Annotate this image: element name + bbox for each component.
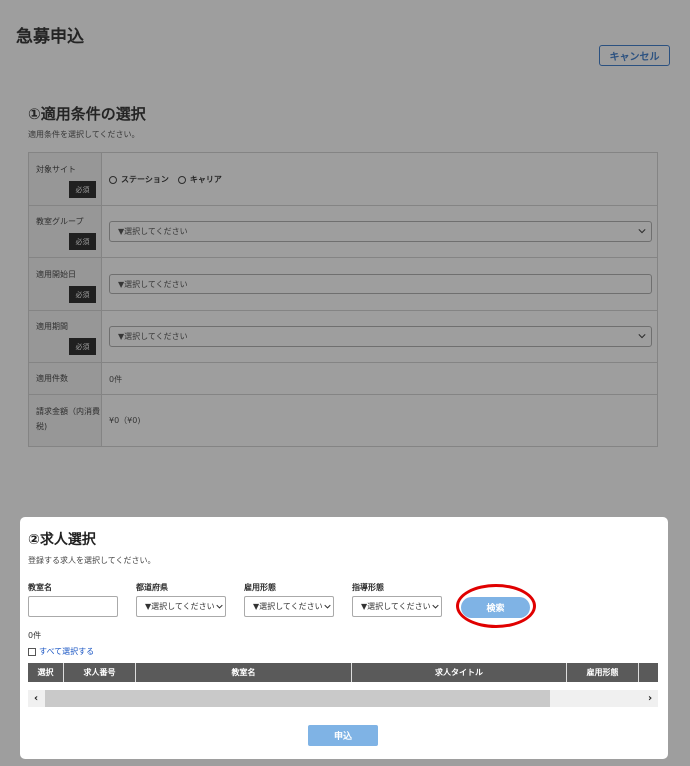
teaching-type-select[interactable]: ▼選択してください	[352, 596, 442, 617]
employment-type-select[interactable]: ▼選択してください	[244, 596, 334, 617]
apply-button[interactable]: 申込	[308, 725, 378, 746]
employment-type-label: 雇用形態	[244, 583, 276, 592]
prefecture-placeholder: ▼選択してください	[145, 602, 215, 611]
horizontal-scrollbar[interactable]: ‹ ›	[28, 690, 658, 707]
scroll-right-icon[interactable]: ›	[645, 693, 655, 704]
result-count: 0件	[28, 631, 42, 640]
job-selection-title: ②求人選択	[28, 532, 96, 548]
employment-type-placeholder: ▼選択してください	[253, 602, 323, 611]
highlight-annotation	[456, 584, 536, 628]
column-header-employment: 雇用形態	[567, 663, 639, 682]
chevron-down-icon	[324, 603, 331, 610]
scroll-left-icon[interactable]: ‹	[31, 693, 41, 704]
column-header-job-title: 求人タイトル	[352, 663, 567, 682]
teaching-type-placeholder: ▼選択してください	[361, 602, 431, 611]
classroom-name-label: 教室名	[28, 583, 52, 592]
prefecture-select[interactable]: ▼選択してください	[136, 596, 226, 617]
teaching-type-label: 指導形態	[352, 583, 384, 592]
chevron-down-icon	[432, 603, 439, 610]
column-header-overflow	[639, 663, 658, 682]
chevron-down-icon	[216, 603, 223, 610]
select-all-label[interactable]: すべて選択する	[39, 646, 94, 657]
column-header-classroom: 教室名	[136, 663, 352, 682]
job-selection-section: ②求人選択 登録する求人を選択してください。 教室名 都道府県 雇用形態 指導形…	[20, 517, 668, 759]
prefecture-label: 都道府県	[136, 583, 168, 592]
job-selection-description: 登録する求人を選択してください。	[28, 556, 156, 565]
column-header-job-number: 求人番号	[64, 663, 136, 682]
scroll-thumb[interactable]	[45, 690, 550, 707]
column-header-select: 選択	[28, 663, 64, 682]
checkbox[interactable]	[28, 647, 36, 656]
job-table-header: 選択 求人番号 教室名 求人タイトル 雇用形態	[28, 663, 658, 682]
classroom-name-input[interactable]	[28, 596, 118, 617]
select-all-checkbox[interactable]: すべて選択する	[28, 646, 94, 657]
